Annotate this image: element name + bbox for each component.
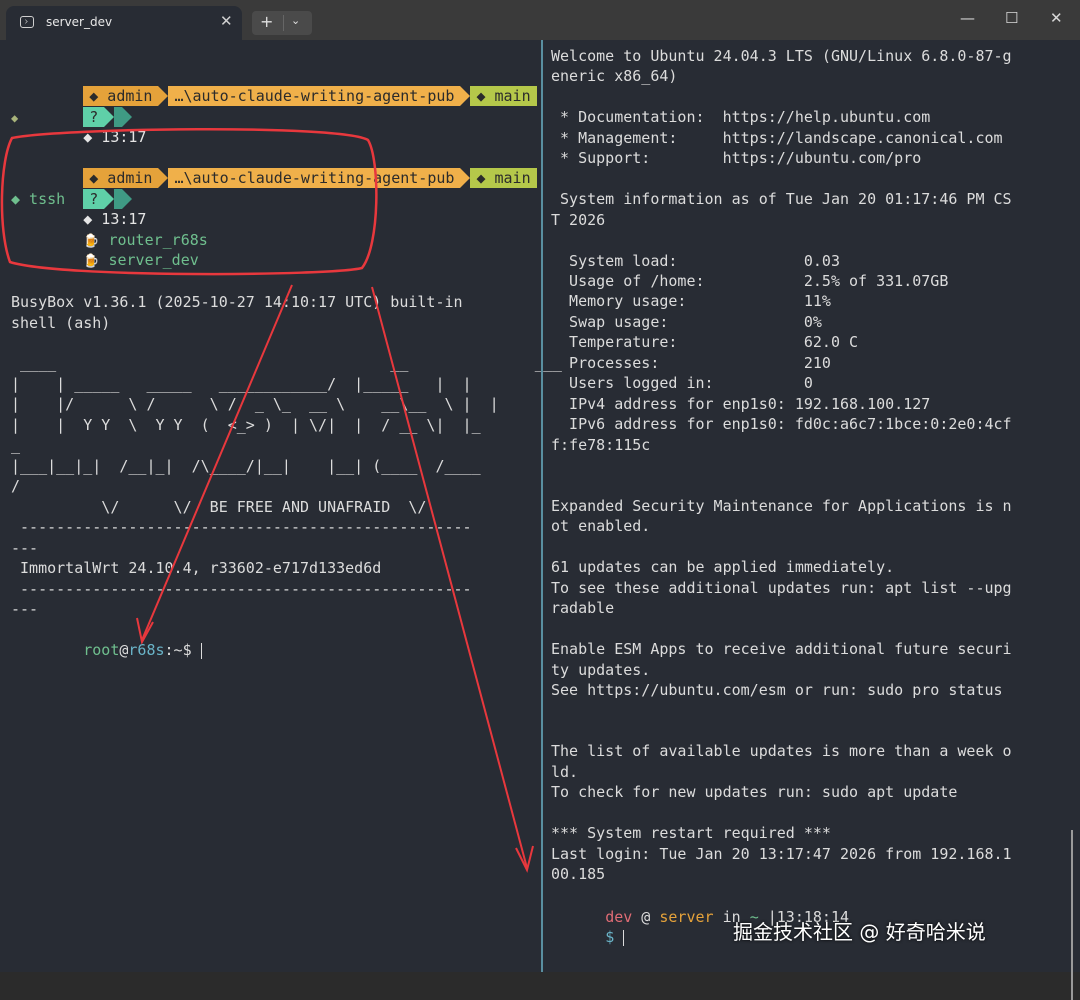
output-line: Usage of /home: 2.5% of 331.07GB (551, 271, 949, 290)
prompt-host: r68s (128, 641, 165, 659)
cursor (623, 929, 625, 946)
shell-prompt[interactable]: dev @ server in ~ |13:18:14 (551, 887, 849, 926)
minimize-button[interactable]: — (960, 9, 975, 27)
ascii-art-line: | | _____ _____ ____________/ |_____ | | (11, 375, 472, 393)
output-line: * Support: https://ubuntu.com/pro (551, 149, 922, 168)
new-tab-button[interactable]: + (260, 12, 273, 31)
output-line: The list of available updates is more th… (551, 742, 1012, 761)
powerline-status: ? ◆ 13:17 (11, 169, 146, 228)
tab-title: server_dev (46, 15, 113, 29)
prompt-caret: ◆ (11, 111, 19, 125)
prompt-dollar: $ (605, 928, 624, 946)
host-name: server_dev (108, 251, 199, 269)
ascii-art-line: \/ \/ BE FREE AND UNAFRAID \/ (11, 498, 427, 516)
host-item[interactable]: 🍺 router_r68s (11, 210, 208, 249)
ascii-art-line: _ (11, 436, 21, 454)
output-line: Welcome to Ubuntu 24.04.3 LTS (GNU/Linux… (551, 47, 1012, 65)
beer-icon: 🍺 (83, 254, 100, 269)
output-line: T 2026 (551, 210, 606, 229)
output-line: Expanded Security Maintenance for Applic… (551, 496, 1012, 515)
output-line: System load: 0.03 (551, 251, 840, 270)
watermark: 掘金技术社区 @ 好奇哈米说 (733, 920, 986, 944)
ascii-art-line: / (11, 477, 21, 495)
output-line: See https://ubuntu.com/esm or run: sudo … (551, 680, 1003, 699)
prompt-path: …\auto-claude-writing-agent-pub (168, 86, 461, 106)
output-line: f:fe78:115c (551, 435, 651, 454)
command-tssh: ◆ tssh (11, 190, 66, 208)
title-bar: server_dev ✕ + ⌄ — ☐ ✕ (0, 0, 1080, 40)
separator (283, 15, 284, 31)
tab-server-dev[interactable]: server_dev ✕ (6, 6, 242, 40)
output-line: ld. (551, 762, 579, 781)
prompt-user: root (83, 641, 120, 659)
scrollbar[interactable] (1071, 830, 1073, 1000)
powerline-prompt: ◆ admin …\auto-claude-writing-agent-pub ◆ … (11, 66, 537, 106)
busybox-line: shell (ash) (11, 314, 111, 332)
powerline-prompt: ◆ admin …\auto-claude-writing-agent-pub ◆ … (11, 148, 537, 188)
output-line: IPv6 address for enp1s0: fd0c:a6c7:1bce:… (551, 415, 1012, 434)
output-line: Users logged in: 0 (551, 374, 813, 393)
new-tab-group: + ⌄ (252, 11, 312, 35)
output-line: Enable ESM Apps to receive additional fu… (551, 640, 1012, 659)
prompt-status: ? (83, 189, 105, 209)
ascii-art-line: | | Y Y \ Y Y ( <_> ) | \/| | / __ \| |_ (11, 416, 481, 434)
prompt-rest: :~$ (164, 641, 201, 659)
maximize-button[interactable]: ☐ (1005, 9, 1018, 27)
output-line: ty updates. (551, 660, 651, 679)
ascii-art-line: ----------------------------------------… (11, 518, 472, 536)
ascii-art-line: ImmortalWrt 24.10.4, r33602-e717d133ed6d (11, 559, 382, 577)
close-button[interactable]: ✕ (1050, 9, 1063, 27)
ascii-art-line: --- (11, 539, 39, 557)
output-line: To see these additional updates run: apt… (551, 578, 1012, 597)
prompt-at: @ (632, 908, 660, 926)
shell-prompt[interactable]: root@r68s:~$ (11, 620, 202, 659)
output-line: 00.185 (551, 865, 606, 883)
output-line: 61 updates can be applied immediately. (551, 558, 895, 577)
powerline-status: ? ◆ 13:17 (11, 87, 146, 146)
output-line: Swap usage: 0% (551, 312, 822, 331)
output-line: Last login: Tue Jan 20 13:17:47 2026 fro… (551, 844, 1012, 863)
output-line: Memory usage: 11% (551, 292, 831, 311)
output-line: Temperature: 62.0 C (551, 333, 859, 352)
chevron-down-icon[interactable]: ⌄ (291, 14, 300, 27)
output-line: IPv4 address for enp1s0: 192.168.100.127 (551, 394, 931, 413)
prompt-status: ? (83, 107, 105, 127)
cursor (200, 642, 202, 659)
terminal-icon (20, 16, 34, 28)
output-line: * Documentation: https://help.ubuntu.com (551, 108, 931, 127)
output-line: * Management: https://landscape.canonica… (551, 128, 1003, 147)
ascii-art-line: | |/ \ / \ / _ \_ __ \ __\__ \ | | (11, 395, 499, 413)
output-line: radable (551, 599, 615, 618)
ascii-art-line: --- (11, 600, 39, 618)
right-pane[interactable]: Welcome to Ubuntu 24.04.3 LTS (GNU/Linux… (543, 40, 1080, 1000)
output-line: Processes: 210 (551, 353, 831, 372)
output-line: *** System restart required *** (551, 824, 831, 843)
output-line: eneric x86_64) (551, 67, 678, 86)
output-line: System information as of Tue Jan 20 01:1… (551, 190, 1012, 209)
prompt-time: ◆ 13:17 (83, 128, 147, 146)
shell-input[interactable]: $ (551, 907, 625, 946)
ascii-art-line: ----------------------------------------… (11, 580, 472, 598)
ascii-art-line: |___|__|_| /__|_| /\____/|__| |__| (____… (11, 457, 481, 475)
left-pane[interactable]: ◆ admin …\auto-claude-writing-agent-pub ◆ … (0, 40, 562, 972)
busybox-line: BusyBox v1.36.1 (2025-10-27 14:10:17 UTC… (11, 293, 463, 311)
terminal-window: server_dev ✕ + ⌄ — ☐ ✕ ◆ admin …\auto-cla… (0, 0, 1080, 1000)
output-line: To check for new updates run: sudo apt u… (551, 783, 958, 802)
tab-close-button[interactable]: ✕ (220, 12, 233, 30)
prompt-git-branch: ◆ main (470, 86, 537, 106)
output-line: ot enabled. (551, 517, 651, 536)
ascii-art-line: ____ __ ___ (11, 354, 562, 372)
prompt-path: …\auto-claude-writing-agent-pub (168, 168, 461, 188)
prompt-host: server (659, 908, 714, 926)
prompt-git-branch: ◆ main (470, 168, 537, 188)
host-item[interactable]: 🍺 server_dev (11, 230, 199, 269)
